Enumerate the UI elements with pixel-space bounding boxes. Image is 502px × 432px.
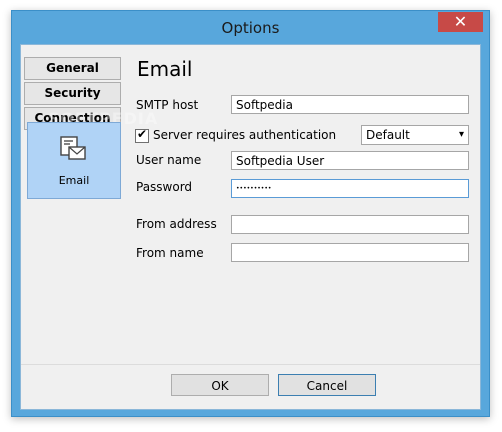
auth-checkbox[interactable]: ✔ xyxy=(135,127,149,143)
smtp-host-input[interactable]: Softpedia xyxy=(231,95,469,114)
auth-mode-value: Default xyxy=(366,128,410,142)
window-title: Options xyxy=(221,19,280,37)
ok-button[interactable]: OK xyxy=(171,374,269,396)
close-button[interactable]: ✕ xyxy=(438,12,483,32)
footer-divider xyxy=(21,364,480,365)
options-dialog: Options ✕ General Security Connection SO… xyxy=(11,10,490,417)
from-name-label: From name xyxy=(136,246,204,260)
smtp-host-label: SMTP host xyxy=(136,98,199,112)
tab-security[interactable]: Security xyxy=(24,82,121,105)
section-heading: Email xyxy=(137,57,193,81)
username-label: User name xyxy=(136,153,202,167)
from-address-input[interactable] xyxy=(231,215,469,234)
dialog-client-area: General Security Connection SOFTPEDIA Em… xyxy=(20,44,481,410)
tab-general[interactable]: General xyxy=(24,57,121,80)
cancel-button[interactable]: Cancel xyxy=(278,374,376,396)
email-icon xyxy=(60,136,86,160)
username-input[interactable]: Softpedia User xyxy=(231,151,469,170)
auth-checkbox-label: Server requires authentication xyxy=(153,128,337,142)
from-address-label: From address xyxy=(136,217,217,231)
checkmark-icon: ✔ xyxy=(137,127,148,141)
auth-mode-select[interactable]: Default ▾ xyxy=(361,125,469,145)
title-bar: Options ✕ xyxy=(12,11,489,45)
from-name-input[interactable] xyxy=(231,243,469,262)
password-input[interactable]: •••••••••• xyxy=(231,179,469,198)
nav-item-email-label: Email xyxy=(58,174,90,187)
password-label: Password xyxy=(136,180,193,194)
chevron-down-icon: ▾ xyxy=(458,129,464,140)
close-icon: ✕ xyxy=(453,12,468,31)
nav-item-email[interactable]: Email xyxy=(27,122,121,199)
